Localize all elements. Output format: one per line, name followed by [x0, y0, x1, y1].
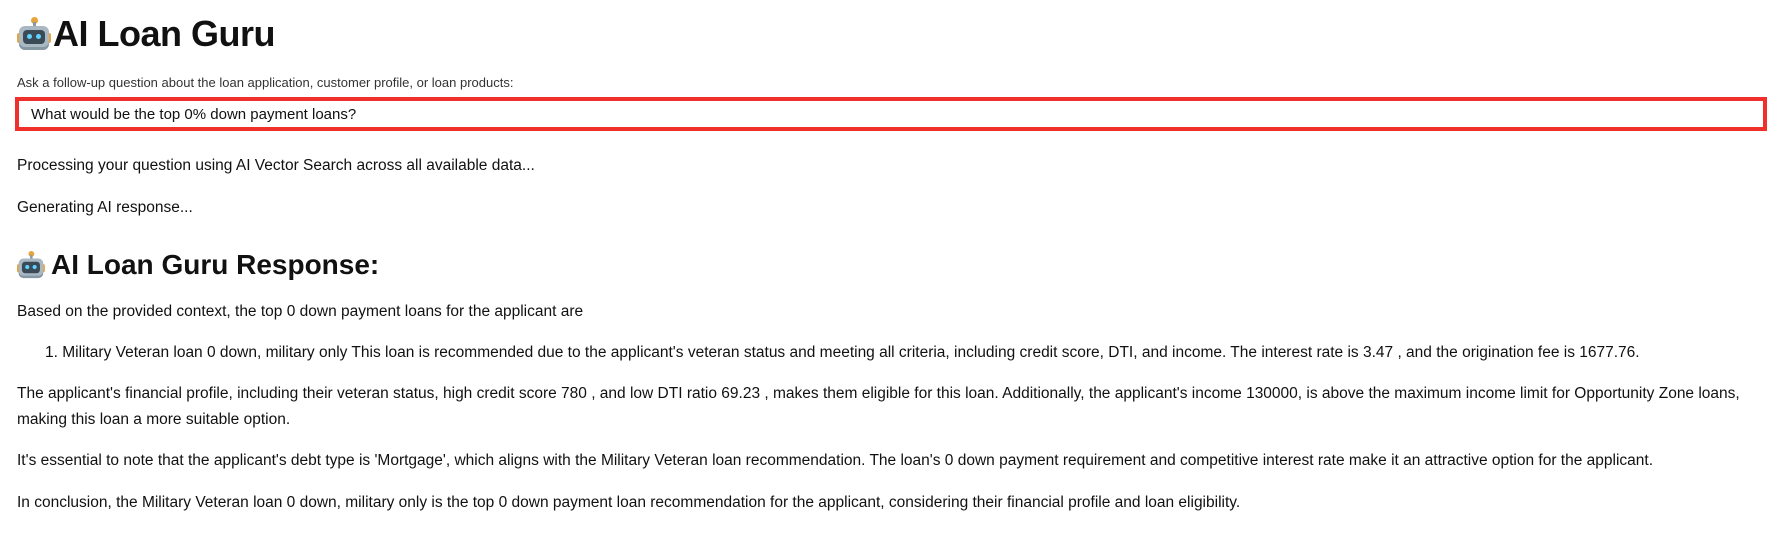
response-profile-paragraph: The applicant's financial profile, inclu…	[17, 385, 1740, 428]
response-header: AI Loan Guru Response:	[17, 247, 379, 283]
page-title: AI Loan Guru	[53, 13, 276, 54]
question-input[interactable]	[19, 101, 1763, 127]
list-item: 1. Military Veteran loan 0 down, militar…	[45, 340, 1640, 366]
processing-status: Processing your question using AI Vector…	[17, 157, 535, 174]
list-item-number: 1.	[45, 344, 58, 361]
question-input-container	[15, 97, 1767, 131]
list-item-text: Military Veteran loan 0 down, military o…	[62, 344, 1640, 361]
response-intro: Based on the provided context, the top 0…	[17, 303, 584, 320]
page-header: AI Loan Guru	[17, 12, 276, 56]
response-debt-paragraph: It's essential to note that the applican…	[17, 452, 1654, 469]
question-label: Ask a follow-up question about the loan …	[17, 75, 514, 90]
robot-icon	[17, 17, 51, 51]
robot-icon	[17, 251, 45, 279]
response-conclusion-paragraph: In conclusion, the Military Veteran loan…	[17, 494, 1241, 511]
generating-status: Generating AI response...	[17, 199, 193, 216]
response-title: AI Loan Guru Response:	[51, 249, 380, 280]
